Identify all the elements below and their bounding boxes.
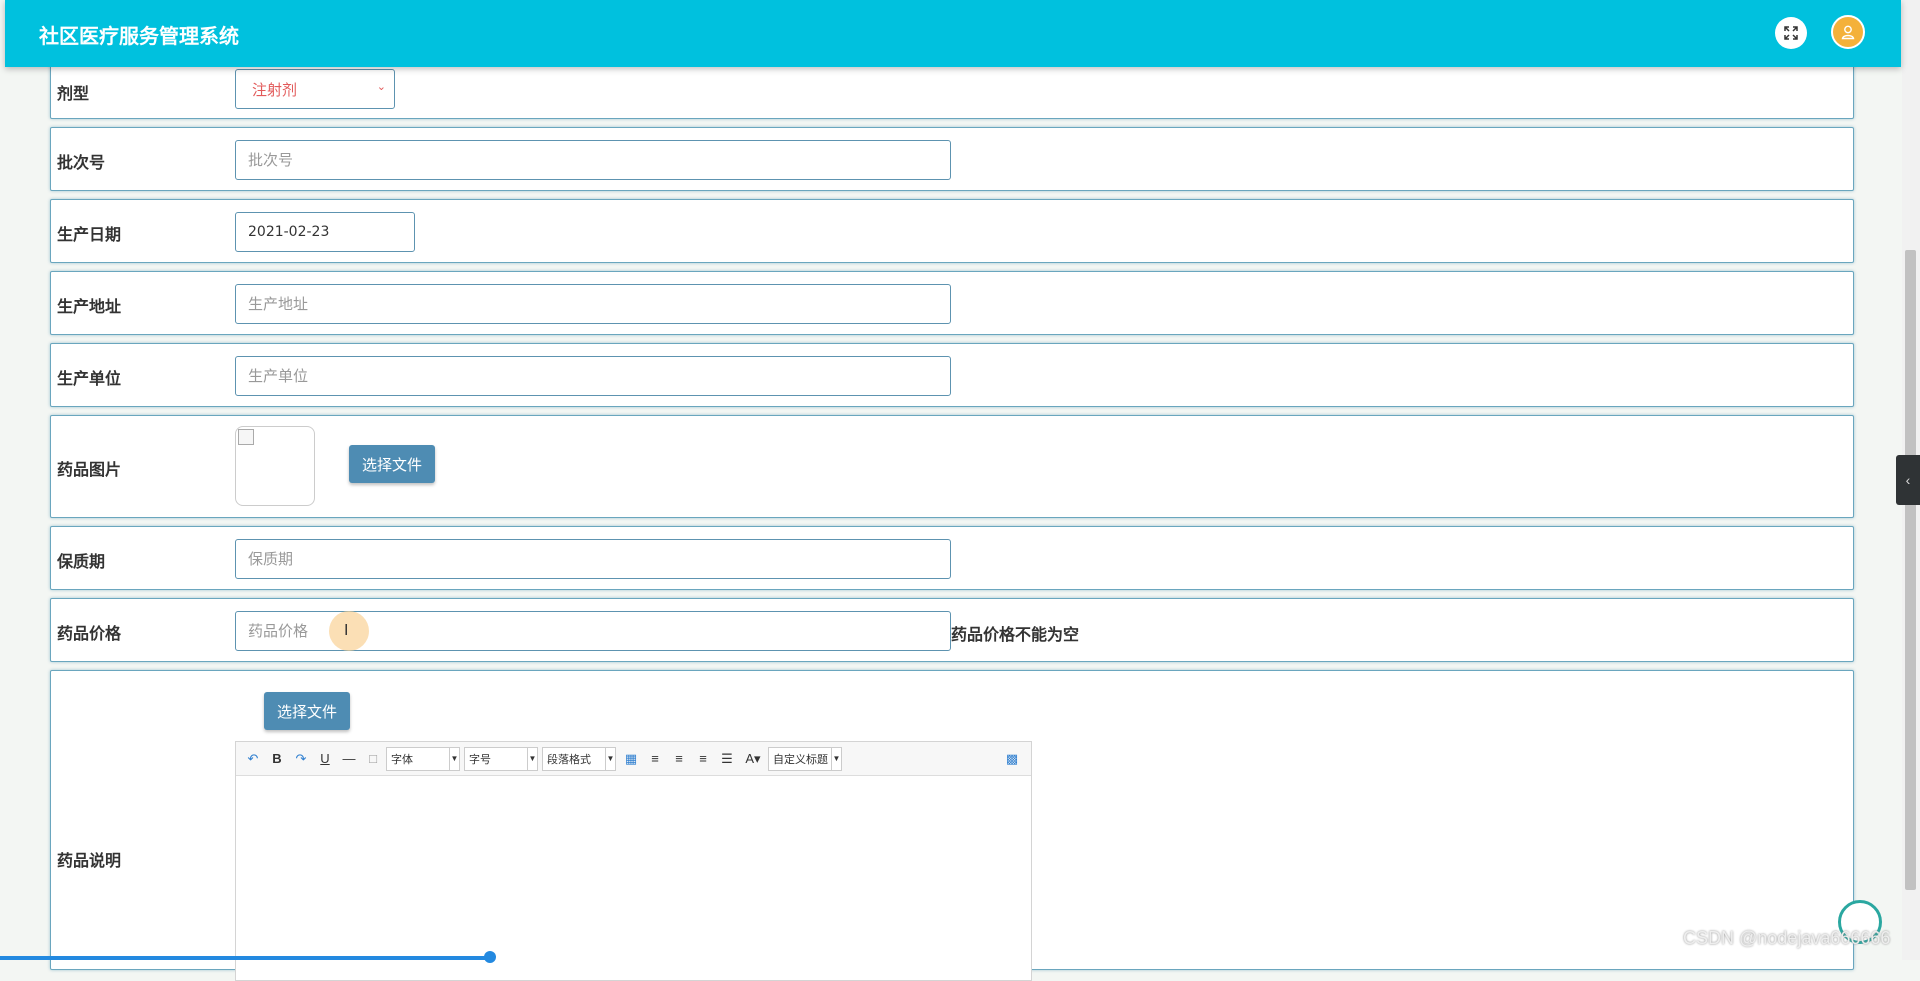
paragraph-format-label: 段落格式 (547, 753, 591, 766)
drug-image-choose-file-button[interactable]: 选择文件 (349, 445, 435, 483)
table-icon[interactable]: ▦ (620, 748, 642, 770)
align-right-icon[interactable]: ≡ (668, 748, 690, 770)
chevron-down-icon: ⌄ (376, 80, 386, 93)
scrollbar-thumb[interactable] (1905, 250, 1916, 890)
font-size-label: 字号 (469, 753, 491, 766)
dropdown-arrow-icon: ▼ (605, 747, 615, 770)
align-left-icon[interactable]: ≡ (644, 748, 666, 770)
form-row-manufacturer: 生产单位 (50, 343, 1854, 407)
bold-icon[interactable]: B (266, 748, 288, 770)
fullscreen-button[interactable] (1775, 17, 1807, 49)
watermark: CSDN @nodejava666666 (1683, 928, 1891, 948)
drug-image-label: 药品图片 (57, 460, 122, 479)
production-address-input[interactable] (235, 284, 951, 324)
preview-icon[interactable]: ▩ (1001, 748, 1023, 770)
custom-title-label: 自定义标题 (773, 753, 828, 766)
form-row-drug-description: 药品说明 选择文件 ↶ B ↷ U — □ 字体 ▼ 字号 ▼ 段落格式 ▼ ▦… (50, 670, 1854, 981)
shelf-life-input[interactable] (235, 539, 951, 579)
dosage-form-select[interactable]: 注射剂 ⌄ (235, 69, 395, 109)
page-progress-bar (0, 956, 490, 960)
top-header-bar: 社区医疗服务管理系统 (5, 0, 1901, 67)
dropdown-arrow-icon: ▼ (831, 747, 841, 770)
drug-description-choose-file-button[interactable]: 选择文件 (264, 692, 350, 730)
font-color-icon[interactable]: A▾ (740, 748, 766, 770)
batch-no-input[interactable] (235, 140, 951, 180)
rich-text-editor[interactable]: ↶ B ↷ U — □ 字体 ▼ 字号 ▼ 段落格式 ▼ ▦ ≡ ≡ ≡ ☰ A… (235, 741, 1032, 981)
dosage-form-value: 注射剂 (252, 80, 298, 99)
production-date-label: 生产日期 (57, 225, 122, 244)
form-row-shelf-life: 保质期 (50, 526, 1854, 590)
underline-icon[interactable]: U (314, 748, 336, 770)
production-address-label: 生产地址 (57, 297, 122, 316)
broken-image-icon (238, 429, 254, 445)
manufacturer-input[interactable] (235, 356, 951, 396)
redo-icon[interactable]: ↷ (290, 748, 312, 770)
user-icon (1841, 25, 1855, 40)
drug-price-label: 药品价格 (57, 624, 122, 643)
batch-no-label: 批次号 (57, 153, 106, 172)
undo-icon[interactable]: ↶ (242, 748, 264, 770)
font-family-select[interactable]: 字体 ▼ (386, 746, 460, 771)
dropdown-arrow-icon: ▼ (449, 747, 459, 770)
side-panel-toggle[interactable]: ‹ (1896, 455, 1920, 505)
app-title: 社区医疗服务管理系统 (39, 24, 239, 48)
drug-price-error: 药品价格不能为空 (951, 625, 1080, 644)
editor-toolbar: ↶ B ↷ U — □ 字体 ▼ 字号 ▼ 段落格式 ▼ ▦ ≡ ≡ ≡ ☰ A… (236, 742, 1031, 776)
horizontal-rule-icon[interactable]: — (338, 748, 360, 770)
form-row-production-address: 生产地址 (50, 271, 1854, 335)
form-row-drug-image: 药品图片 选择文件 (50, 415, 1854, 518)
form-row-drug-price: 药品价格 I 药品价格不能为空 (50, 598, 1854, 662)
dosage-form-label: 剂型 (57, 84, 90, 103)
drug-description-label: 药品说明 (57, 851, 122, 870)
chevron-left-icon: ‹ (1905, 472, 1911, 488)
production-date-input[interactable] (235, 212, 415, 252)
custom-title-select[interactable]: 自定义标题 ▼ (768, 746, 842, 771)
shelf-life-label: 保质期 (57, 552, 106, 571)
user-avatar[interactable] (1831, 15, 1865, 49)
drug-image-preview (235, 426, 315, 506)
manufacturer-label: 生产单位 (57, 369, 122, 388)
font-family-label: 字体 (391, 753, 413, 766)
dropdown-arrow-icon: ▼ (527, 747, 537, 770)
font-size-select[interactable]: 字号 ▼ (464, 746, 538, 771)
document-icon[interactable]: □ (362, 748, 384, 770)
text-cursor-icon: I (344, 622, 349, 639)
fullscreen-icon (1784, 26, 1798, 40)
paragraph-format-select[interactable]: 段落格式 ▼ (542, 746, 616, 771)
progress-handle[interactable] (484, 951, 496, 963)
align-center-icon[interactable]: ≡ (692, 748, 714, 770)
form-row-production-date: 生产日期 (50, 199, 1854, 263)
align-justify-icon[interactable]: ☰ (716, 748, 738, 770)
form-row-batch-no: 批次号 (50, 127, 1854, 191)
